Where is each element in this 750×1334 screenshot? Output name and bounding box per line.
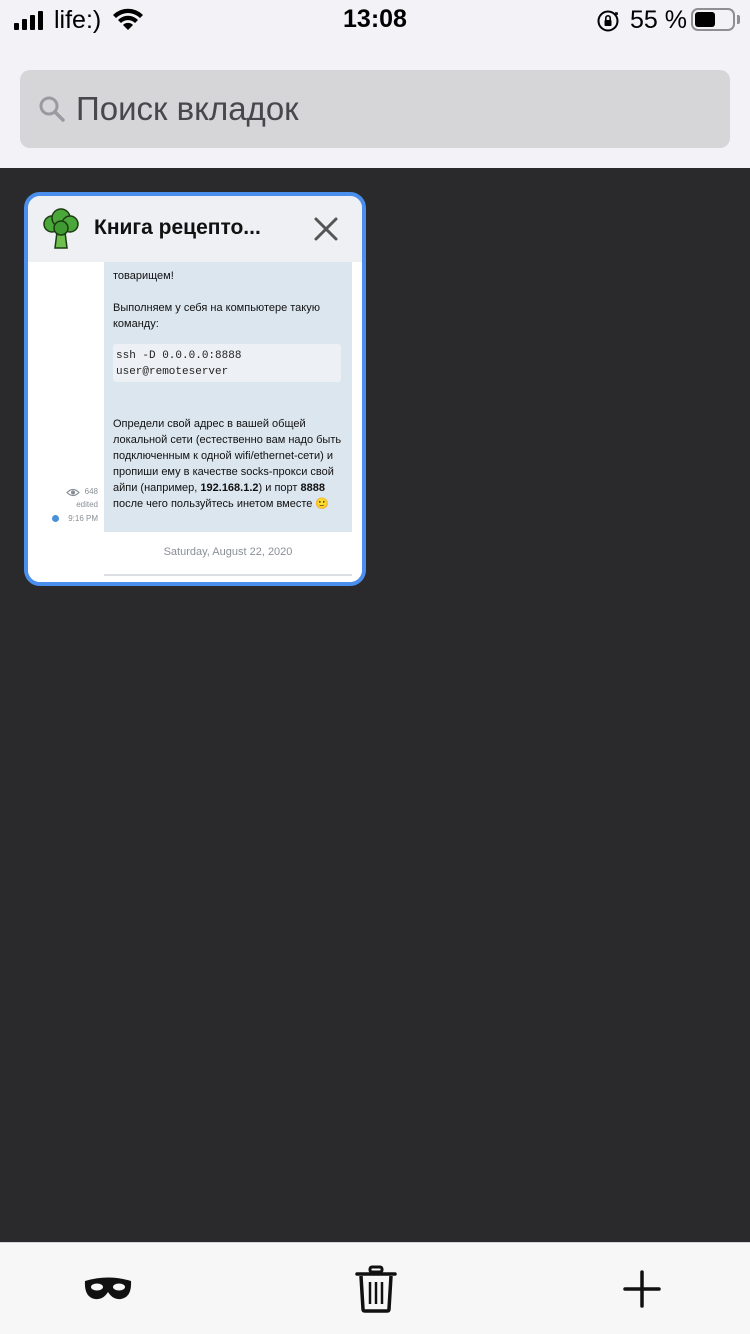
battery-icon — [691, 8, 735, 31]
battery-tip — [737, 15, 740, 24]
views-count: 648 — [84, 487, 98, 496]
edited-label: edited — [76, 500, 98, 509]
code-block: ssh -D 0.0.0.0:8888 user@remoteserver — [113, 344, 341, 382]
battery-level — [695, 12, 715, 27]
port-number: 8888 — [300, 482, 325, 494]
mask-icon — [84, 1277, 132, 1300]
search-icon — [39, 96, 65, 122]
search-header — [0, 40, 750, 168]
views-eye-icon — [66, 488, 80, 497]
tab-card-header: Книга рецепто... — [28, 196, 362, 262]
message-paragraph: Выполняем у себя на компьютере такую ком… — [113, 302, 320, 330]
ip-address: 192.168.1.2 — [200, 482, 259, 494]
orientation-lock-icon — [597, 10, 619, 32]
new-tab-button[interactable] — [612, 1261, 672, 1317]
close-tab-icon[interactable] — [304, 210, 348, 250]
message-paragraph-2: Определи свой адрес в вашей общей локаль… — [113, 418, 342, 510]
tab-title: Книга рецепто... — [94, 216, 261, 239]
private-mode-button[interactable] — [78, 1261, 138, 1317]
broccoli-icon — [43, 208, 79, 249]
preview-divider — [104, 574, 352, 576]
tab-preview: товарищем! Выполняем у себя на компьютер… — [28, 262, 362, 582]
battery-percentage: 55 % — [630, 6, 687, 34]
delete-tabs-button[interactable] — [346, 1261, 406, 1317]
message-bubble: товарищем! Выполняем у себя на компьютер… — [104, 262, 352, 532]
message-partial-text: товарищем! — [113, 270, 174, 282]
search-box[interactable] — [20, 70, 730, 148]
message-time: 9:16 PM — [68, 514, 98, 523]
plus-icon — [623, 1270, 661, 1308]
status-bar: life:) 13:08 55 % — [0, 0, 750, 40]
bottom-toolbar — [0, 1242, 750, 1334]
trash-icon — [355, 1265, 397, 1313]
code-text: ssh -D 0.0.0.0:8888 user@remoteserver — [116, 350, 242, 378]
date-separator: Saturday, August 22, 2020 — [163, 546, 293, 558]
search-tabs-input[interactable] — [76, 70, 716, 148]
tab-card[interactable]: Книга рецепто... товарищем! Выполняем у … — [24, 192, 366, 586]
